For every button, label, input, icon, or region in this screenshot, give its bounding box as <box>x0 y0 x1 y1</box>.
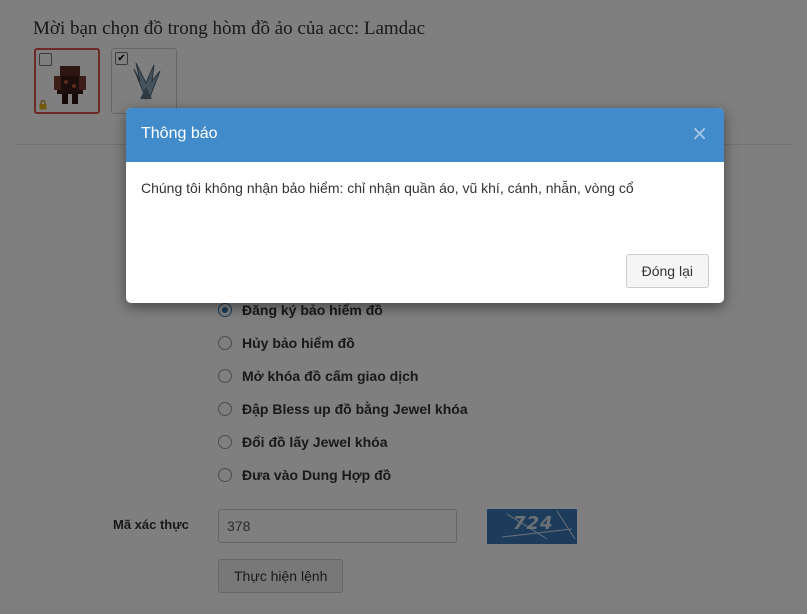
close-button[interactable]: Đóng lại <box>625 254 709 288</box>
modal-footer: Đóng lại <box>625 254 709 288</box>
notification-modal: Thông báo × Chúng tôi không nhận bảo hiể… <box>126 108 724 303</box>
modal-message: Chúng tôi không nhận bảo hiểm: chỉ nhận … <box>141 180 634 196</box>
modal-title: Thông báo <box>141 125 218 142</box>
modal-header: Thông báo × <box>126 108 724 162</box>
close-icon[interactable]: × <box>691 121 708 145</box>
modal-backdrop[interactable] <box>0 0 807 614</box>
page: Mời bạn chọn đồ trong hòm đồ ảo của acc:… <box>0 0 807 614</box>
